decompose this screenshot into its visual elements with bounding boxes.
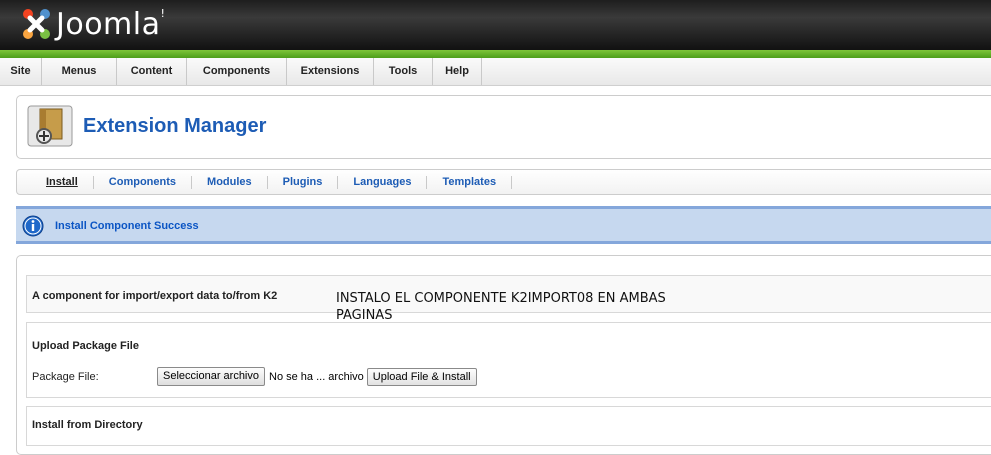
brand-mark: ! xyxy=(160,6,166,20)
admin-menu-bar: Site Menus Content Components Extensions… xyxy=(0,58,991,86)
page-title-box: Extension Manager xyxy=(16,95,991,159)
package-file-input[interactable]: Seleccionar archivo No se ha ... archivo… xyxy=(157,367,477,386)
header-green-bar xyxy=(0,50,991,58)
tab-plugins[interactable]: Plugins xyxy=(268,175,339,189)
menu-site[interactable]: Site xyxy=(0,58,42,85)
menu-extensions[interactable]: Extensions xyxy=(287,58,374,85)
admin-header: Joomla! xyxy=(0,0,991,50)
package-file-label: Package File: xyxy=(32,371,99,383)
menu-components[interactable]: Components xyxy=(187,58,287,85)
upload-heading: Upload Package File xyxy=(32,340,139,352)
tab-install[interactable]: Install xyxy=(31,175,94,189)
choose-file-button[interactable]: Seleccionar archivo xyxy=(157,367,265,386)
info-icon xyxy=(22,215,44,237)
extension-manager-icon xyxy=(27,105,73,147)
menu-help[interactable]: Help xyxy=(433,58,482,85)
tab-components[interactable]: Components xyxy=(94,175,193,189)
annotation-note: INSTALO EL COMPONENTE K2IMPORT08 EN AMBA… xyxy=(336,291,666,323)
menu-tools[interactable]: Tools xyxy=(374,58,433,85)
upload-package-section: Upload Package File Package File: Selecc… xyxy=(26,322,991,398)
tab-modules[interactable]: Modules xyxy=(192,175,268,189)
joomla-logo[interactable]: Joomla! xyxy=(18,6,165,42)
menu-content[interactable]: Content xyxy=(117,58,187,85)
brand-name: Joomla xyxy=(56,6,161,42)
page-title: Extension Manager xyxy=(83,115,267,137)
joomla-logo-icon xyxy=(23,9,50,39)
tab-templates[interactable]: Templates xyxy=(427,175,513,189)
directory-heading: Install from Directory xyxy=(32,419,143,431)
message-text: Install Component Success xyxy=(55,220,199,232)
upload-install-button[interactable]: Upload File & Install xyxy=(366,367,477,386)
system-message: Install Component Success xyxy=(16,206,991,244)
file-status: No se ha ... archivo xyxy=(269,370,364,383)
tab-languages[interactable]: Languages xyxy=(338,175,428,189)
install-directory-section: Install from Directory xyxy=(26,406,991,446)
menu-menus[interactable]: Menus xyxy=(42,58,117,85)
extension-submenu: Install Components Modules Plugins Langu… xyxy=(16,169,991,195)
component-description: A component for import/export data to/fr… xyxy=(32,290,278,302)
